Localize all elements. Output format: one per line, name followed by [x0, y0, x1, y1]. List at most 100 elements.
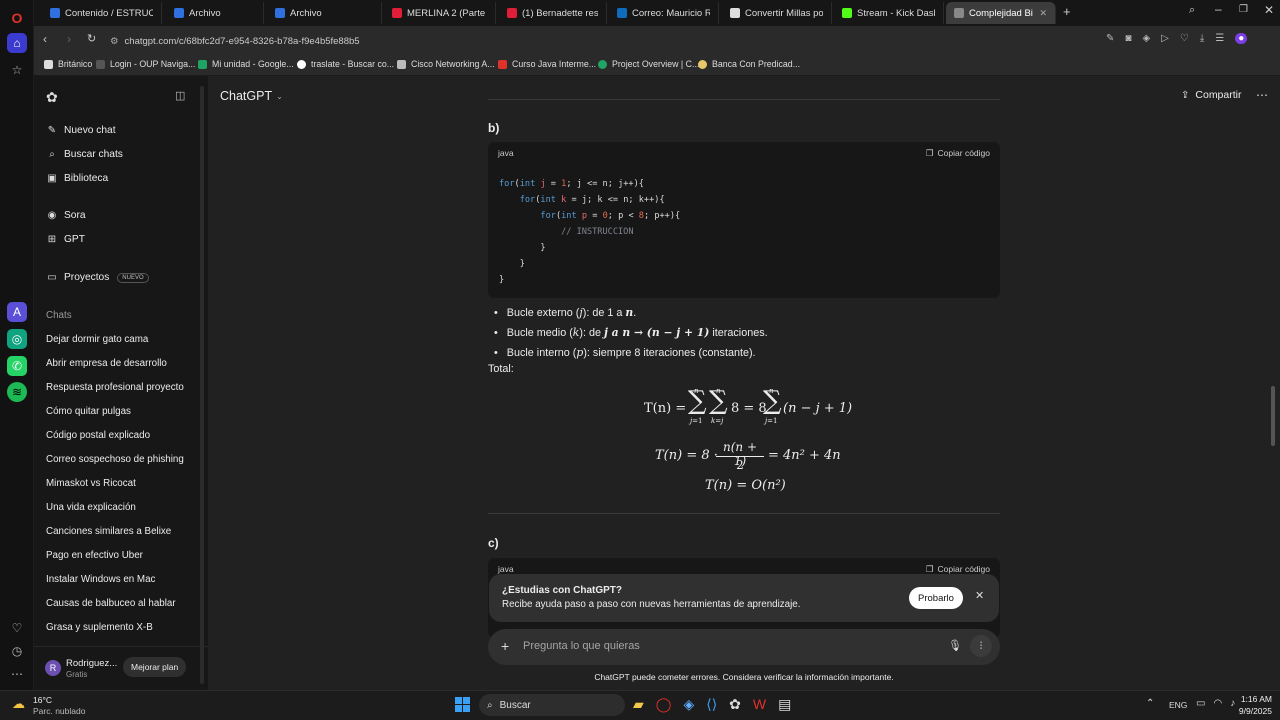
- camera-icon[interactable]: ◙: [1125, 33, 1131, 44]
- spotify-icon[interactable]: ≋: [7, 382, 27, 402]
- plus-icon[interactable]: +: [501, 638, 509, 654]
- browser-tab[interactable]: MERLINA 2 (Parte 2) RESU: [384, 2, 496, 24]
- chatgpt-rail-icon[interactable]: ◎: [7, 329, 27, 349]
- search-chats-button[interactable]: ⌕ Buscar chats: [46, 149, 123, 160]
- new-tab-icon[interactable]: +: [1063, 4, 1071, 19]
- more-icon[interactable]: ⋯: [7, 664, 27, 684]
- chat-history-item[interactable]: Código postal explicado: [46, 430, 150, 441]
- more-options-icon[interactable]: ⋯: [1256, 88, 1268, 102]
- heart-bookmark-icon[interactable]: ♡: [1180, 33, 1189, 44]
- taskbar-search[interactable]: ⌕ Buscar: [479, 694, 625, 716]
- close-window-icon[interactable]: ✕: [1264, 3, 1274, 17]
- history-icon[interactable]: ◷: [7, 641, 27, 661]
- microphone-icon[interactable]: 🎙: [948, 639, 962, 652]
- vpn-icon[interactable]: ◈: [1142, 33, 1150, 44]
- chat-history-item[interactable]: Canciones similares a Belixe: [46, 526, 171, 537]
- chat-history-item[interactable]: Abrir empresa de desarrollo: [46, 358, 167, 369]
- model-selector[interactable]: ChatGPT ⌄: [220, 89, 283, 103]
- language-indicator[interactable]: ENG: [1169, 700, 1187, 710]
- bookmark-item[interactable]: traslate - Buscar co...: [297, 59, 394, 69]
- back-icon[interactable]: ‹: [43, 32, 47, 46]
- heart-icon[interactable]: ♡: [7, 618, 27, 638]
- browser-tab[interactable]: Complejidad Big-O ejemp ✕: [946, 2, 1056, 24]
- prompt-input[interactable]: Pregunta lo que quieras: [523, 640, 640, 652]
- try-it-button[interactable]: Probarlo: [909, 587, 963, 609]
- bookmark-item[interactable]: Banca Con Predicad...: [698, 59, 800, 69]
- sora-button[interactable]: ◉ Sora: [46, 210, 86, 221]
- gpt-button[interactable]: ⊞ GPT: [46, 234, 85, 245]
- download-icon[interactable]: ⤓: [1200, 33, 1204, 44]
- browser-tab[interactable]: Convertir Millas por hora: [722, 2, 832, 24]
- chat-history-item[interactable]: Pago en efectivo Uber: [46, 550, 143, 561]
- chat-history-item[interactable]: Cómo quitar pulgas: [46, 406, 131, 417]
- clock-date[interactable]: 9/9/2025: [1226, 706, 1272, 716]
- browser-tab[interactable]: Stream - Kick Dashboard: [834, 2, 944, 24]
- new-chat-button[interactable]: ✎ Nuevo chat: [46, 125, 116, 136]
- opera-taskbar-icon[interactable]: ◯: [656, 696, 672, 713]
- voice-mode-icon[interactable]: ⫶: [970, 635, 992, 657]
- minimize-icon[interactable]: –: [1215, 2, 1222, 16]
- site-info-icon[interactable]: ⚙: [110, 36, 119, 47]
- opera-logo-icon[interactable]: O: [7, 8, 27, 28]
- weather-desc[interactable]: Parc. nublado: [33, 706, 85, 716]
- bookmark-item[interactable]: Cisco Networking A...: [397, 59, 495, 69]
- display-icon[interactable]: ▭: [1196, 698, 1205, 709]
- code-content[interactable]: for(int j = 1; j <= n; j++){ for(int k =…: [499, 176, 680, 288]
- maximize-icon[interactable]: ❐: [1239, 4, 1248, 15]
- chat-history-item[interactable]: Causas de balbuceo al hablar: [46, 598, 176, 609]
- file-explorer-icon[interactable]: ▰: [633, 696, 644, 713]
- wifi-icon[interactable]: ◠: [1213, 698, 1222, 709]
- projects-button[interactable]: ▭ Proyectos NUEVO: [46, 272, 149, 283]
- terminal-icon[interactable]: ▤: [778, 696, 791, 713]
- play-icon[interactable]: ▷: [1161, 33, 1169, 44]
- chat-history-item[interactable]: Grasa y suplemento X-B: [46, 622, 153, 633]
- avatar[interactable]: R: [45, 660, 61, 676]
- bookmark-item[interactable]: Curso Java Interme...: [498, 59, 596, 69]
- star-icon[interactable]: ☆: [7, 60, 27, 80]
- chat-history-item[interactable]: Una vida explicación: [46, 502, 136, 513]
- forward-icon[interactable]: ›: [67, 32, 71, 46]
- chat-history-item[interactable]: Correo sospechoso de phishing: [46, 454, 184, 465]
- easy-setup-icon[interactable]: ☰: [1215, 33, 1224, 44]
- wps-icon[interactable]: W: [753, 696, 766, 713]
- home-icon[interactable]: ⌂: [7, 33, 27, 53]
- close-icon[interactable]: ✕: [975, 589, 984, 602]
- weather-temp[interactable]: 16°C: [33, 695, 52, 705]
- copy-code-button[interactable]: ❐ Copiar código: [926, 148, 990, 159]
- tray-chevron-icon[interactable]: ⌃: [1146, 698, 1154, 709]
- search-tabs-icon[interactable]: ⌕: [1189, 4, 1195, 17]
- aria-icon[interactable]: A: [7, 302, 27, 322]
- clock-time[interactable]: 1:16 AM: [1226, 694, 1272, 704]
- edit-page-icon[interactable]: ✎: [1106, 33, 1114, 44]
- share-button[interactable]: ⇪ Compartir: [1181, 89, 1241, 101]
- browser-tab[interactable]: Correo: Mauricio Rodrigu: [609, 2, 719, 24]
- chat-history-item[interactable]: Respuesta profesional proyecto: [46, 382, 184, 393]
- chatgpt-taskbar-icon[interactable]: ✿: [729, 696, 741, 713]
- reload-icon[interactable]: ↻: [87, 32, 96, 45]
- browser-tab[interactable]: Contenido / ESTRUCTURA: [42, 2, 162, 24]
- vscode-icon[interactable]: ⟨⟩: [706, 696, 717, 713]
- chat-history-item[interactable]: Dejar dormir gato cama: [46, 334, 148, 345]
- openai-logo-icon[interactable]: ✿: [46, 89, 58, 106]
- copy-code-button[interactable]: ❐ Copiar código: [926, 564, 990, 575]
- windows-start-icon[interactable]: [455, 697, 471, 713]
- close-tab-icon[interactable]: ✕: [1039, 8, 1047, 19]
- browser-tab[interactable]: (1) Bernadette respondió: [499, 2, 607, 24]
- chat-history-item[interactable]: Mimaskot vs Ricocat: [46, 478, 136, 489]
- browser-tab[interactable]: Archivo: [166, 2, 264, 24]
- url-field[interactable]: ⚙ chatgpt.com/c/68bfc2d7-e954-8326-b78a-…: [110, 32, 1090, 50]
- main-scrollbar[interactable]: [1271, 386, 1275, 446]
- chat-history-item[interactable]: Instalar Windows en Mac: [46, 574, 155, 585]
- bookmark-item[interactable]: Británico: [44, 59, 92, 69]
- library-button[interactable]: ▣ Biblioteca: [46, 173, 108, 184]
- bookmark-item[interactable]: Project Overview | C...: [598, 59, 699, 69]
- whatsapp-icon[interactable]: ✆: [7, 356, 27, 376]
- copilot-icon[interactable]: ◈: [683, 696, 694, 713]
- toggle-sidebar-icon[interactable]: ◫: [175, 89, 185, 102]
- profile-icon[interactable]: ●: [1235, 33, 1248, 44]
- sidebar-scrollbar[interactable]: [200, 86, 204, 684]
- bookmark-item[interactable]: Mi unidad - Google...: [198, 59, 294, 69]
- bookmark-item[interactable]: Login - OUP Naviga...: [96, 59, 195, 69]
- browser-tab[interactable]: Archivo: [267, 2, 382, 24]
- upgrade-plan-button[interactable]: Mejorar plan: [123, 657, 187, 677]
